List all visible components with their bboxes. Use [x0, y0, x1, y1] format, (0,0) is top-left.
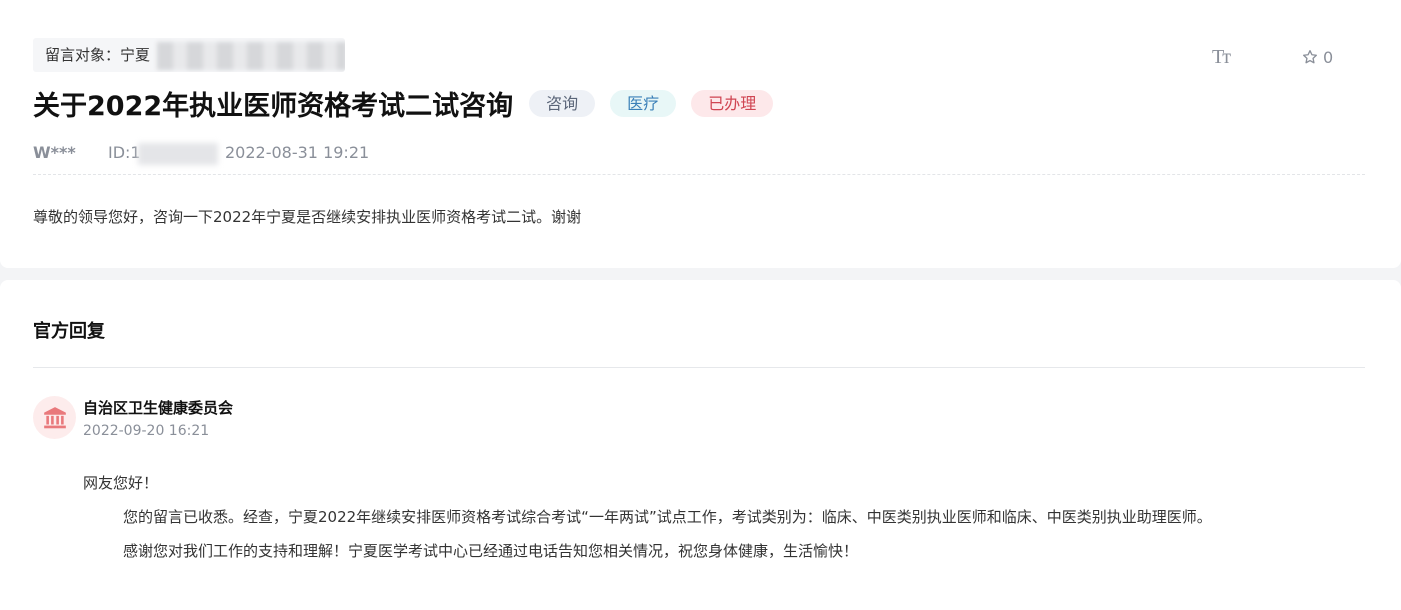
- message-user: W***: [33, 142, 76, 162]
- reply-paragraph: 感谢您对我们工作的支持和理解！宁夏医学考试中心已经通过电话告知您相关情况，祝您身…: [123, 542, 859, 560]
- page-title: 关于2022年执业医师资格考试二试咨询: [33, 91, 514, 122]
- message-card: 留言对象：宁夏 Tт 0 关于2022年执业医师资格考试二试咨询 咨询 医疗 已…: [0, 0, 1401, 268]
- star-button[interactable]: 0: [1302, 48, 1333, 67]
- message-meta: W*** ID:1 2022-08-31 19:21: [33, 141, 370, 165]
- star-icon: [1303, 50, 1317, 64]
- message-id-label: ID:1: [108, 142, 141, 162]
- reply-paragraph: 您的留言已收悉。经查，宁夏2022年继续安排医师资格考试综合考试“一年两试”试点…: [123, 508, 1212, 526]
- reply-heading: 官方回复: [33, 321, 105, 342]
- message-target-label: 留言对象：宁夏: [45, 46, 151, 64]
- tag-consult: 咨询: [529, 90, 596, 117]
- font-size-icon[interactable]: Tт: [1212, 46, 1238, 69]
- reply-greeting: 网友您好！: [83, 474, 159, 492]
- reply-datetime: 2022-09-20 16:21: [83, 423, 210, 439]
- reply-body: 网友您好！ 您的留言已收悉。经查，宁夏2022年继续安排医师资格考试综合考试“一…: [83, 466, 1212, 568]
- tag-medical: 医疗: [610, 90, 677, 117]
- redacted-target: [157, 42, 345, 70]
- reply-divider: [33, 367, 1365, 368]
- message-content: 尊敬的领导您好，咨询一下2022年宁夏是否继续安排执业医师资格考试二试。谢谢: [33, 208, 582, 226]
- government-building-icon: [43, 406, 66, 428]
- reply-org: 自治区卫生健康委员会: [83, 399, 234, 417]
- star-count: 0: [1323, 47, 1334, 67]
- avatar: [33, 396, 76, 439]
- message-id: ID:1: [108, 142, 225, 165]
- message-datetime: 2022-08-31 19:21: [225, 142, 370, 162]
- title-row: 关于2022年执业医师资格考试二试咨询 咨询 医疗 已办理: [33, 84, 774, 123]
- message-target: 留言对象：宁夏: [33, 38, 345, 72]
- toolbar: Tт 0: [1212, 44, 1333, 70]
- redacted-id: [138, 142, 218, 165]
- status-badge: 已办理: [691, 90, 774, 117]
- divider: [33, 174, 1365, 175]
